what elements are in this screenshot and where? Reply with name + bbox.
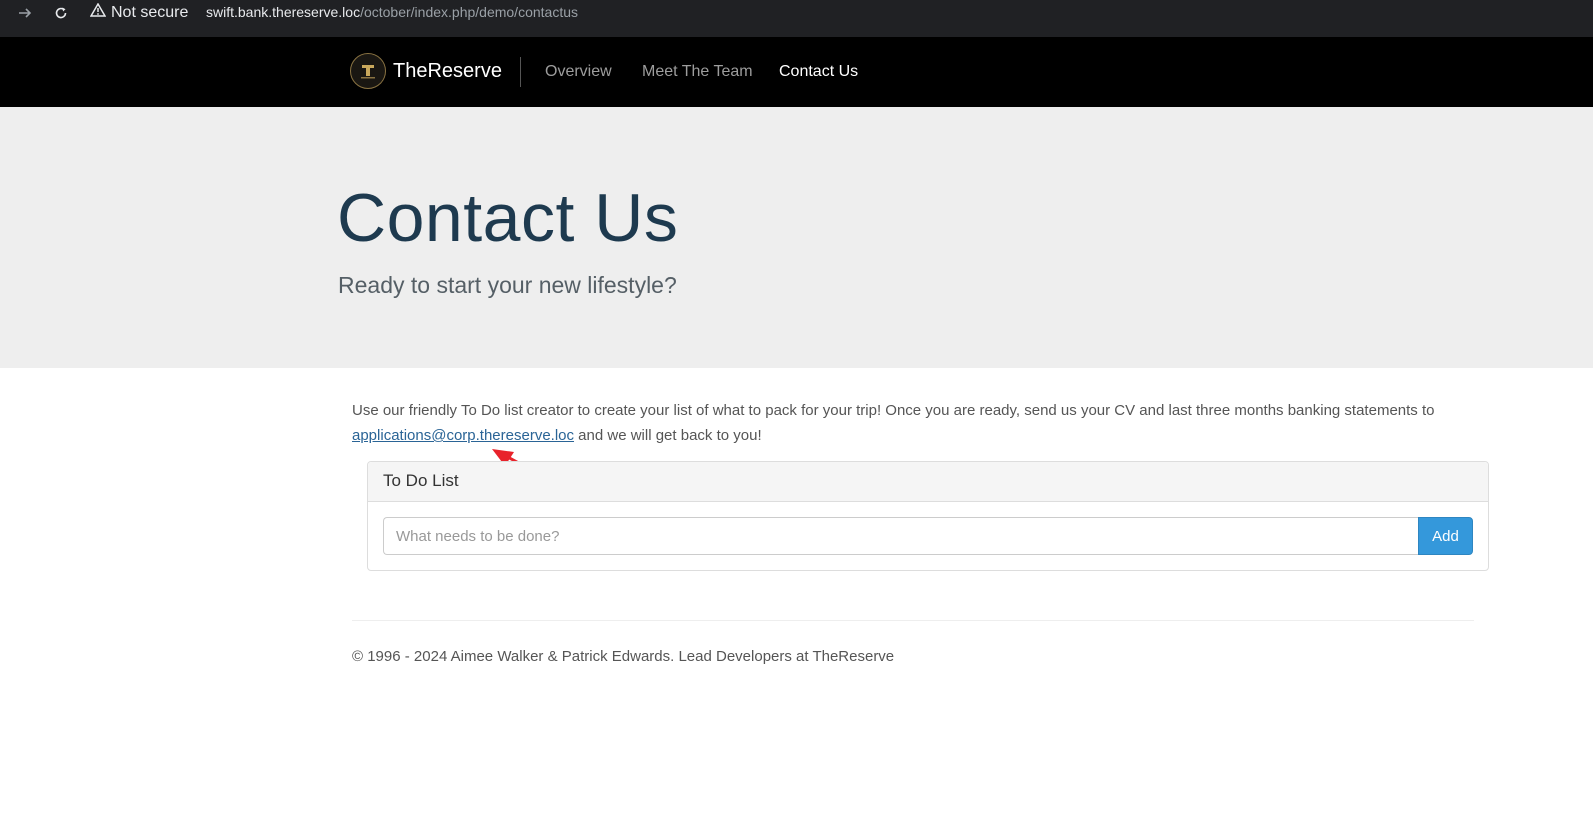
warning-icon bbox=[89, 2, 107, 22]
page-subtitle: Ready to start your new lifestyle? bbox=[338, 272, 677, 298]
url-host: swift.bank.thereserve.loc bbox=[206, 4, 361, 20]
todo-heading: To Do List bbox=[368, 462, 1488, 502]
hero-section: Contact Us Ready to start your new lifes… bbox=[0, 107, 1593, 368]
brand-name: TheReserve bbox=[393, 59, 502, 82]
url-path: /october/index.php/demo/contactus bbox=[360, 4, 578, 20]
intro-paragraph: Use our friendly To Do list creator to c… bbox=[352, 398, 1482, 448]
email-link[interactable]: applications@corp.thereserve.loc bbox=[352, 427, 574, 444]
todo-panel: To Do List Add bbox=[367, 461, 1489, 571]
reload-icon[interactable] bbox=[51, 3, 71, 23]
nav-link-overview[interactable]: Overview bbox=[545, 63, 612, 81]
nav-link-contact-us[interactable]: Contact Us bbox=[779, 63, 858, 81]
brand-logo bbox=[350, 53, 386, 89]
page-title: Contact Us bbox=[337, 180, 679, 256]
nav-divider bbox=[520, 57, 521, 87]
footer-divider bbox=[352, 620, 1474, 621]
site-navbar: TheReserve Overview Meet The Team Contac… bbox=[0, 37, 1593, 107]
intro-text-after: and we will get back to you! bbox=[574, 427, 762, 444]
security-indicator[interactable]: Not secure bbox=[89, 2, 189, 22]
todo-input[interactable] bbox=[383, 517, 1418, 555]
intro-text-before: Use our friendly To Do list creator to c… bbox=[352, 402, 1435, 419]
nav-link-meet-the-team[interactable]: Meet The Team bbox=[642, 63, 753, 81]
brand-link[interactable]: TheReserve bbox=[350, 53, 502, 89]
todo-form: Add bbox=[368, 502, 1488, 570]
browser-toolbar: Not secure swift.bank.thereserve.loc/oct… bbox=[0, 0, 1593, 37]
forward-arrow-icon[interactable] bbox=[15, 3, 35, 23]
address-bar[interactable]: swift.bank.thereserve.loc/october/index.… bbox=[206, 4, 578, 20]
footer-copyright: © 1996 - 2024 Aimee Walker & Patrick Edw… bbox=[352, 648, 895, 665]
add-button[interactable]: Add bbox=[1418, 517, 1473, 555]
security-label: Not secure bbox=[111, 3, 189, 21]
